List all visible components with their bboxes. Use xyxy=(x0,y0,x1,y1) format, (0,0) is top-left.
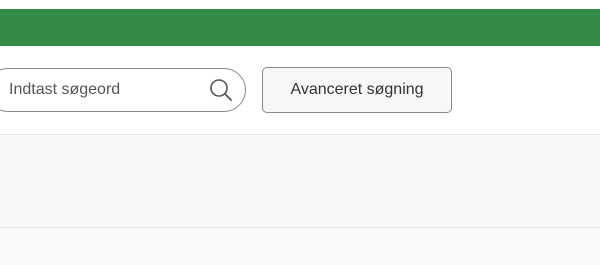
search-field xyxy=(0,68,246,112)
search-input[interactable] xyxy=(1,69,201,111)
advanced-search-button[interactable]: Avanceret søgning xyxy=(262,67,452,113)
content-panel xyxy=(0,134,600,228)
content-area xyxy=(0,228,600,265)
search-icon[interactable] xyxy=(209,78,233,102)
header-bar xyxy=(0,9,600,46)
search-row: Avanceret søgning xyxy=(0,46,600,134)
page: Avanceret søgning xyxy=(0,0,600,265)
